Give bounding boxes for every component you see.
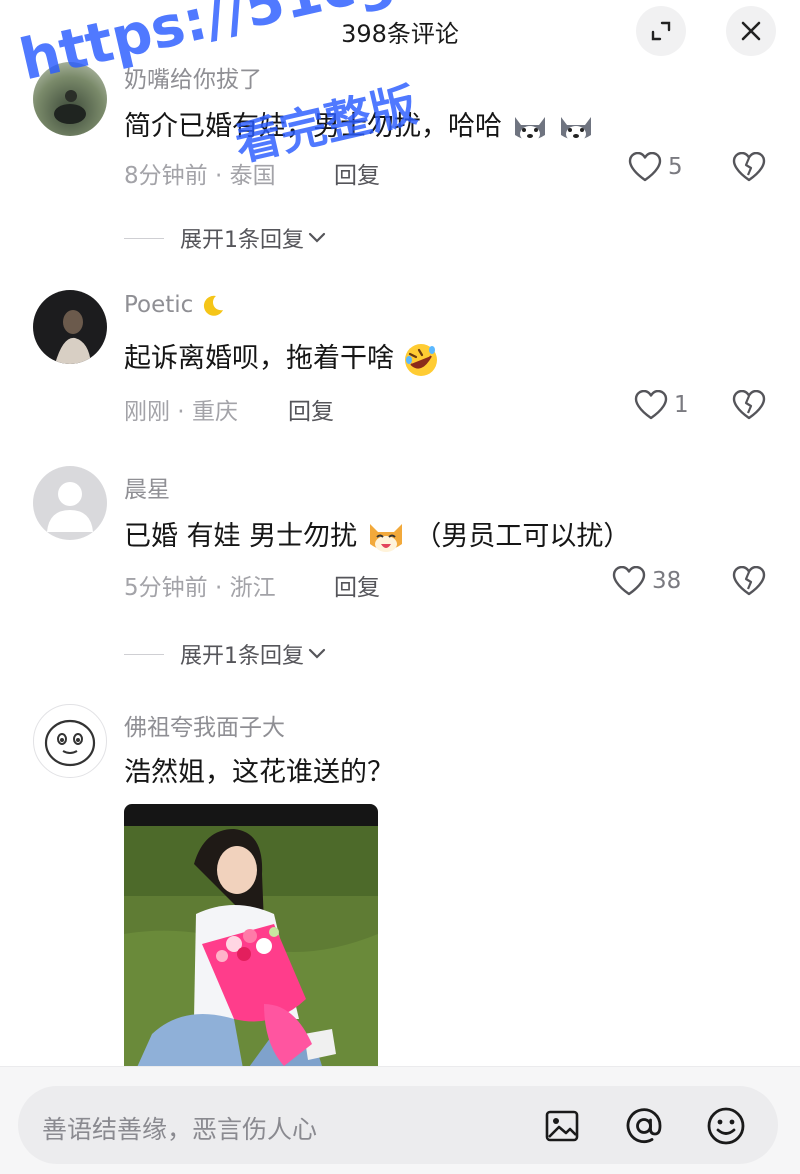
broken-heart-icon bbox=[732, 389, 766, 420]
avatar[interactable] bbox=[33, 290, 107, 364]
smile-icon bbox=[707, 1107, 745, 1145]
reply-button[interactable]: 回复 bbox=[288, 392, 334, 426]
expand-replies-label: 展开1条回复 bbox=[180, 228, 304, 253]
comment-text: 浩然姐，这花谁送的？ bbox=[124, 757, 394, 788]
heart-outline-icon bbox=[628, 152, 662, 182]
chevron-down-icon bbox=[308, 232, 326, 243]
broken-heart-icon bbox=[732, 565, 766, 596]
comment-text: 起诉离婚呗，拖着干啥 bbox=[124, 336, 439, 378]
image-button[interactable] bbox=[542, 1106, 582, 1146]
comment-image[interactable] bbox=[124, 804, 378, 1066]
expand-replies-button[interactable]: 展开1条回复 bbox=[124, 222, 326, 254]
like-button[interactable]: 1 bbox=[634, 390, 689, 420]
like-count: 1 bbox=[674, 392, 689, 418]
expand-replies-label: 展开1条回复 bbox=[180, 644, 304, 669]
avatar[interactable] bbox=[33, 62, 107, 136]
heart-outline-icon bbox=[634, 390, 668, 420]
comment-username[interactable]: 佛祖夸我面子大 bbox=[124, 708, 285, 742]
default-avatar-icon bbox=[47, 482, 93, 532]
cartoon-face-avatar-icon bbox=[44, 719, 96, 767]
emoji-button[interactable] bbox=[706, 1106, 746, 1146]
dislike-button[interactable] bbox=[732, 151, 766, 186]
expand-button[interactable] bbox=[636, 6, 686, 56]
comment-text: 简介已婚有娃，男士勿扰，哈哈 bbox=[124, 104, 595, 145]
mention-button[interactable] bbox=[624, 1106, 664, 1146]
comment-meta: 刚刚 · 重庆 bbox=[124, 399, 238, 425]
at-icon bbox=[626, 1108, 662, 1143]
comment-item: 佛祖夸我面子大 浩然姐，这花谁送的？ bbox=[0, 700, 800, 1066]
comment-meta: 8分钟前 · 泰国 bbox=[124, 163, 276, 189]
avatar-photo bbox=[55, 310, 91, 364]
dislike-button[interactable] bbox=[732, 565, 766, 600]
broken-heart-icon bbox=[732, 151, 766, 182]
comments-header: 398条评论 bbox=[0, 0, 800, 62]
like-count: 5 bbox=[668, 154, 683, 180]
image-icon bbox=[545, 1110, 579, 1142]
comment-input-placeholder: 善语结善缘，恶言伤人心 bbox=[42, 1115, 318, 1144]
close-icon bbox=[741, 21, 761, 41]
comment-item: Poetic 起诉离婚呗，拖着干啥 刚刚 · 重庆 回复 1 bbox=[0, 288, 800, 428]
avatar[interactable] bbox=[33, 466, 107, 540]
husky-emoji-icon bbox=[514, 116, 545, 142]
divider bbox=[124, 237, 164, 239]
heart-outline-icon bbox=[612, 566, 646, 596]
photo-woman-with-bouquet bbox=[124, 804, 378, 1066]
close-button[interactable] bbox=[726, 6, 776, 56]
comment-text: 已婚 有娃 男士勿扰 （男员工可以扰） bbox=[124, 514, 630, 556]
comment-item: 奶嘴给你拔了 简介已婚有娃，男士勿扰，哈哈 8分钟前 · 泰国 回复 5 展开1… bbox=[0, 62, 800, 318]
comment-list[interactable]: 奶嘴给你拔了 简介已婚有娃，男士勿扰，哈哈 8分钟前 · 泰国 回复 5 展开1… bbox=[0, 62, 800, 1066]
comment-username[interactable]: 奶嘴给你拔了 bbox=[124, 62, 262, 94]
comment-username[interactable]: Poetic bbox=[124, 292, 225, 318]
like-button[interactable]: 38 bbox=[612, 566, 681, 596]
rolling-laughing-emoji-icon bbox=[404, 343, 437, 376]
like-count: 38 bbox=[652, 568, 682, 594]
expand-replies-button[interactable]: 展开1条回复 bbox=[124, 638, 326, 670]
comment-input[interactable]: 善语结善缘，恶言伤人心 bbox=[18, 1086, 778, 1164]
like-button[interactable]: 5 bbox=[628, 152, 683, 182]
reply-button[interactable]: 回复 bbox=[334, 156, 380, 190]
dislike-button[interactable] bbox=[732, 389, 766, 424]
reply-button[interactable]: 回复 bbox=[334, 568, 380, 602]
comment-item: 晨星 已婚 有娃 男士勿扰 （男员工可以扰） 5分钟前 · 浙江 回复 38 展… bbox=[0, 464, 800, 684]
avatar-photo bbox=[54, 90, 86, 124]
crescent-moon-icon bbox=[203, 295, 223, 316]
avatar[interactable] bbox=[33, 704, 107, 778]
chevron-down-icon bbox=[308, 648, 326, 659]
laughing-dog-emoji-icon bbox=[369, 523, 402, 552]
expand-icon bbox=[651, 21, 671, 41]
comment-meta: 5分钟前 · 浙江 bbox=[124, 575, 276, 601]
comment-username[interactable]: 晨星 bbox=[124, 470, 170, 504]
divider bbox=[124, 653, 164, 655]
comment-input-bar: 善语结善缘，恶言伤人心 bbox=[0, 1066, 800, 1174]
husky-emoji-icon bbox=[561, 116, 592, 142]
